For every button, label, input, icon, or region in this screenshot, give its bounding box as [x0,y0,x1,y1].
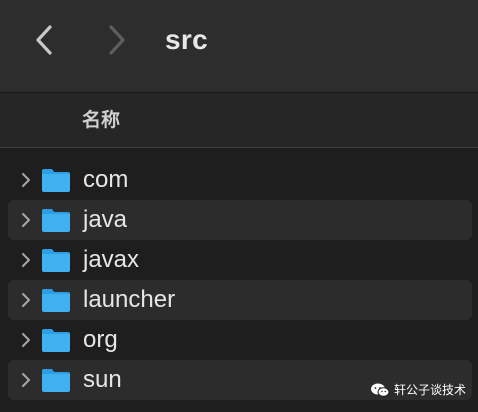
list-item[interactable]: com [8,160,472,200]
folder-name: sun [83,366,122,393]
list-header: 名称 [0,93,478,148]
finder-window: src 名称 com java javax launcher org sun 轩… [0,0,478,412]
folder-name: javax [83,246,140,273]
chevron-left-icon [36,25,52,55]
chevron-right-icon [109,25,125,55]
folder-name: java [83,206,128,233]
disclosure-chevron-icon[interactable] [20,172,32,188]
wechat-icon [370,383,390,397]
disclosure-chevron-icon[interactable] [20,252,32,268]
list-item[interactable]: launcher [8,280,472,320]
folder-icon [42,169,70,192]
disclosure-chevron-icon[interactable] [20,372,32,388]
folder-name: org [83,326,118,353]
disclosure-chevron-icon[interactable] [20,332,32,348]
folder-icon [42,329,70,352]
folder-icon [42,209,70,232]
back-button[interactable] [28,22,60,58]
folder-name: com [83,166,129,193]
folder-icon [42,369,70,392]
list-item[interactable]: java [8,200,472,240]
list-item[interactable]: org [8,320,472,360]
list-item[interactable]: javax [8,240,472,280]
disclosure-chevron-icon[interactable] [20,292,32,308]
folder-icon [42,289,70,312]
folder-icon [42,249,70,272]
toolbar: src [0,0,478,93]
file-list: com java javax launcher org sun [0,160,478,400]
watermark-text: 轩公子谈技术 [393,383,466,397]
folder-name: launcher [83,286,176,313]
watermark: 轩公子谈技术 [370,381,466,398]
window-title: src [165,24,208,55]
forward-button[interactable] [101,22,133,58]
column-header-name[interactable]: 名称 [82,107,120,133]
disclosure-chevron-icon[interactable] [20,212,32,228]
